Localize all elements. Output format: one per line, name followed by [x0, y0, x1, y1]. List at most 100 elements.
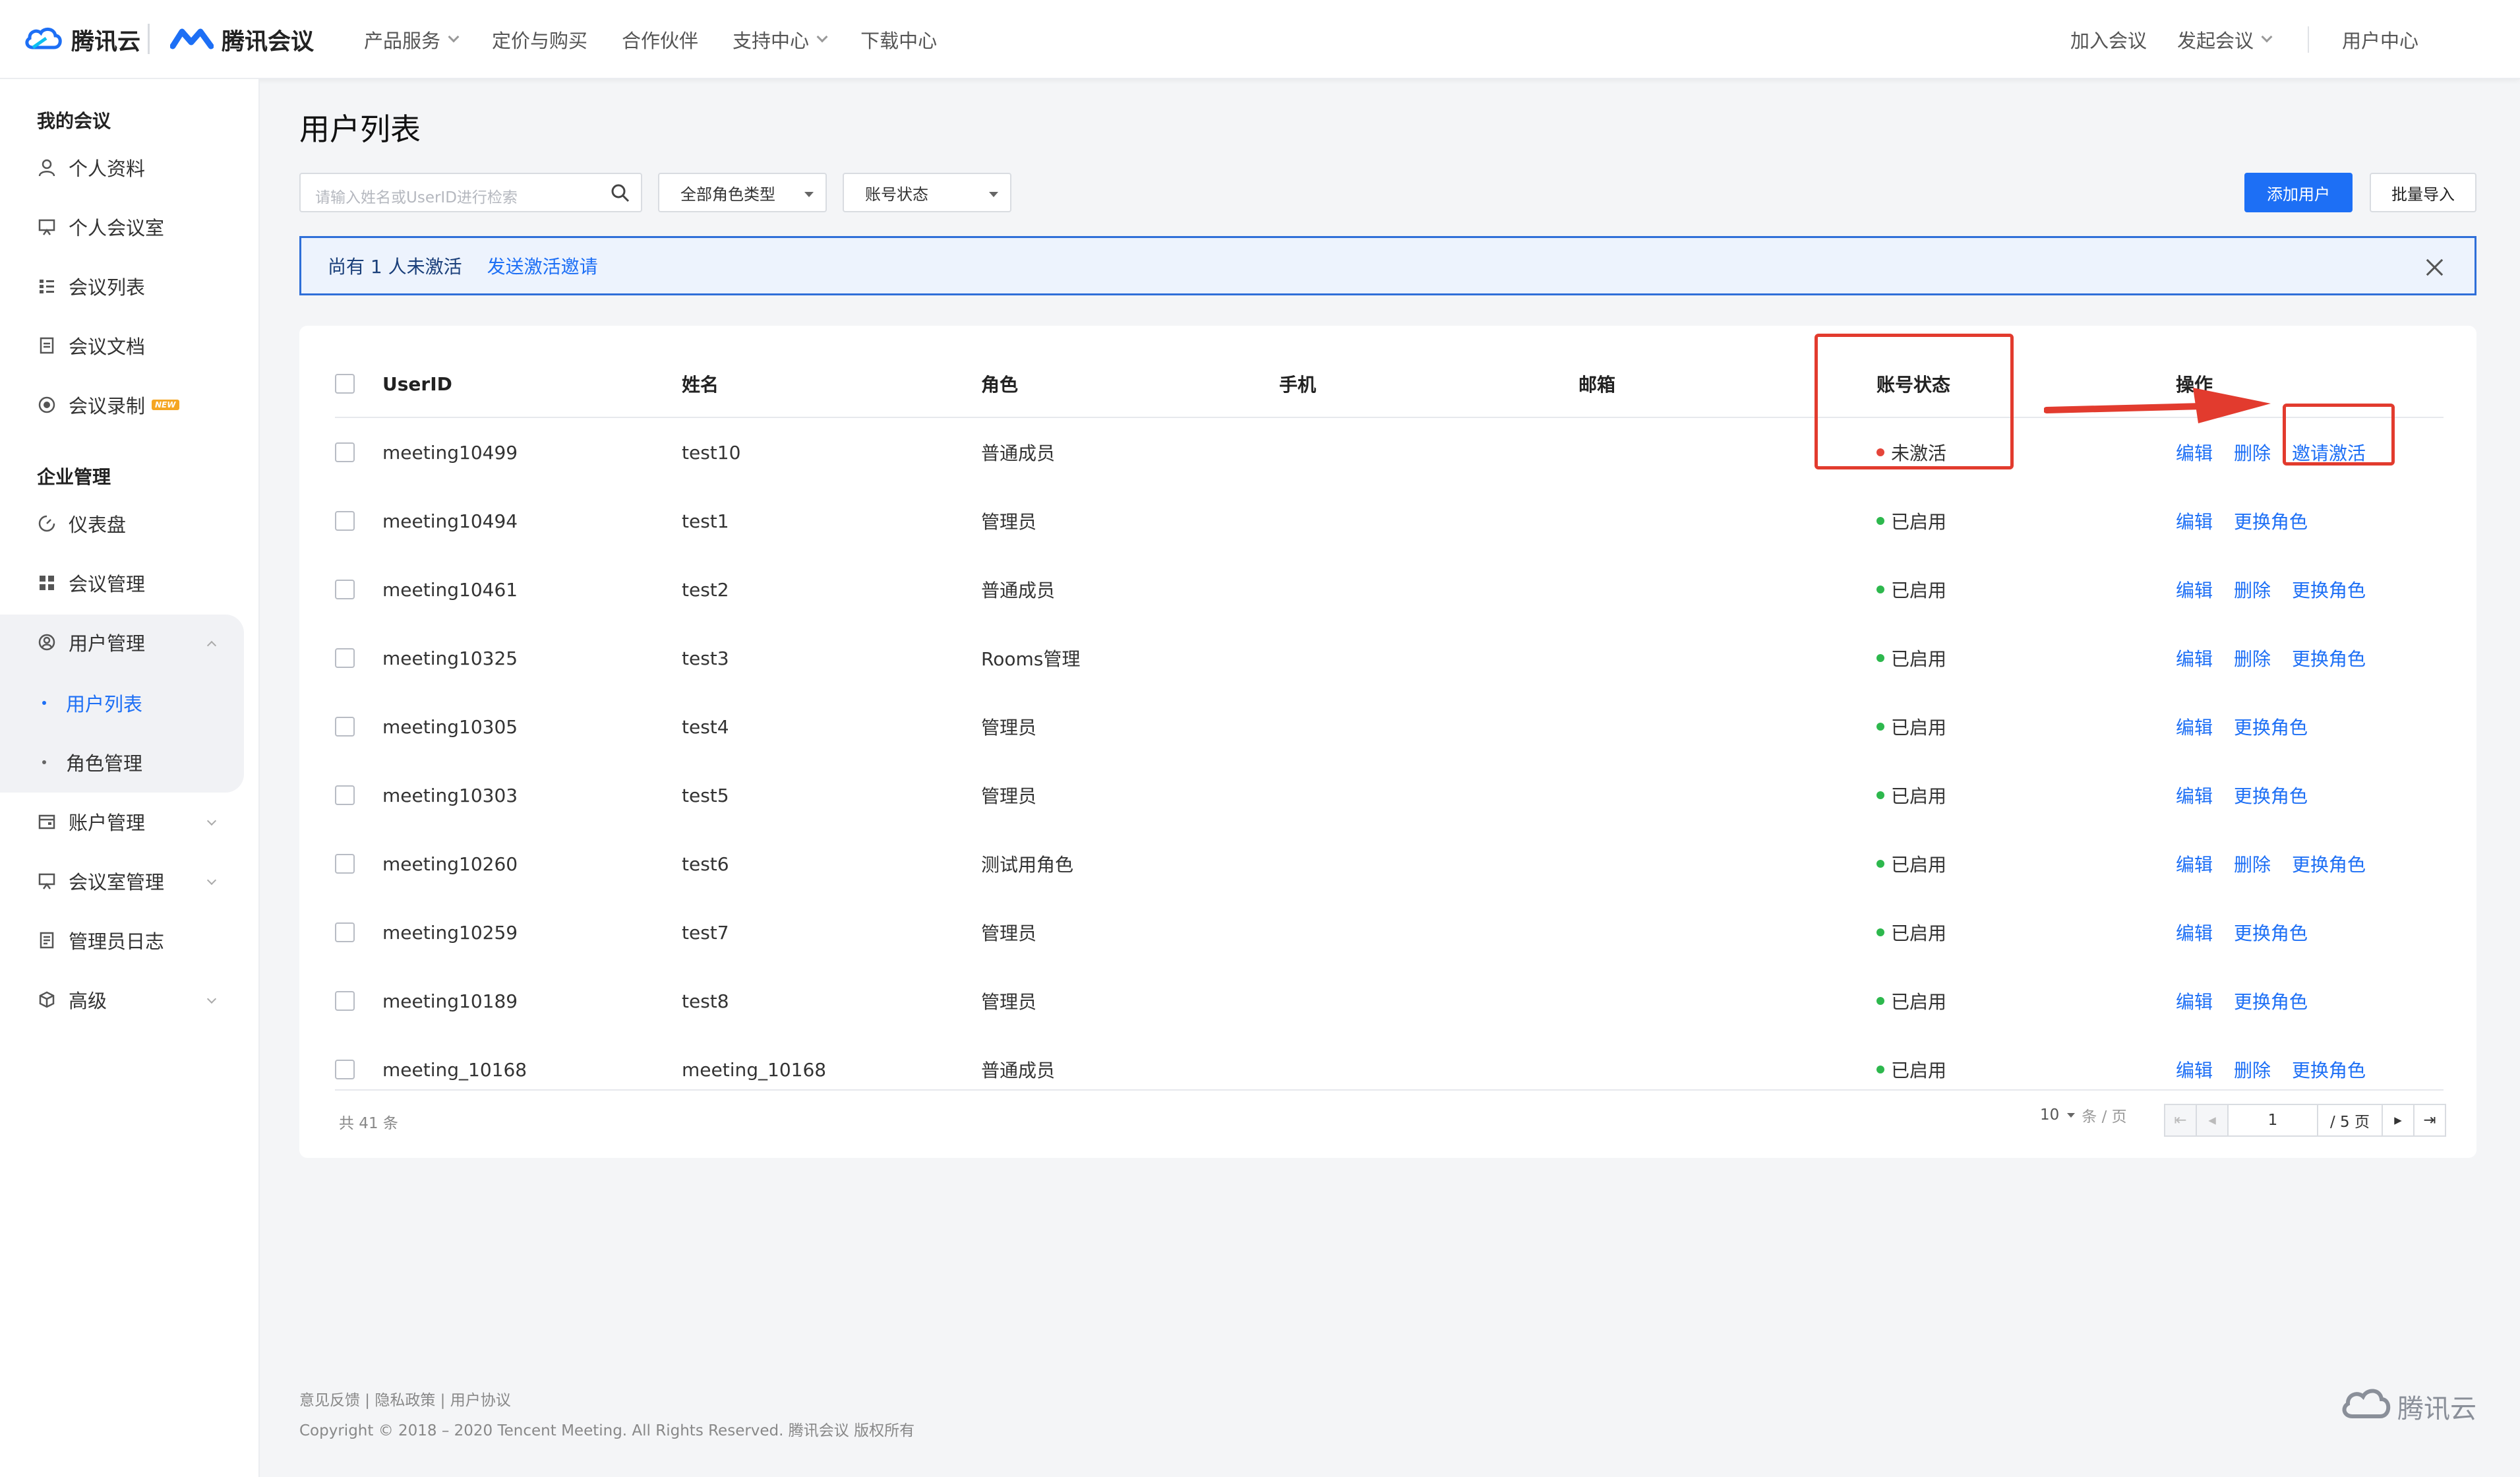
- row-checkbox[interactable]: [335, 785, 355, 805]
- user-center-link[interactable]: 用户中心: [2342, 26, 2418, 53]
- list-icon: [37, 276, 57, 296]
- status-label: 已启用: [1891, 785, 1947, 807]
- batch-import-button[interactable]: 批量导入: [2370, 173, 2476, 212]
- cell-name: test2: [682, 578, 729, 601]
- sidebar-item-meeting-docs[interactable]: 会议文档: [0, 319, 244, 372]
- row-checkbox[interactable]: [335, 580, 355, 599]
- action-link[interactable]: 编辑: [2176, 645, 2213, 671]
- first-page-button[interactable]: ⇤: [2164, 1104, 2197, 1137]
- sidebar-item-label: 会议文档: [69, 336, 146, 358]
- row-checkbox[interactable]: [335, 442, 355, 462]
- action-link[interactable]: 编辑: [2176, 508, 2213, 534]
- next-page-button[interactable]: ▸: [2382, 1104, 2415, 1137]
- prev-page-button[interactable]: ◂: [2196, 1104, 2229, 1137]
- tencent-meeting-logo[interactable]: 腾讯会议: [169, 20, 314, 59]
- action-link[interactable]: 编辑: [2176, 576, 2213, 603]
- tencent-cloud-icon: [24, 25, 63, 54]
- bullet-dot: [42, 701, 46, 705]
- action-link[interactable]: 更换角色: [2292, 1056, 2366, 1083]
- action-link[interactable]: 更换角色: [2234, 919, 2308, 946]
- row-checkbox[interactable]: [335, 922, 355, 942]
- sidebar-item-meeting-list[interactable]: 会议列表: [0, 260, 244, 313]
- cell-role: 测试用角色: [981, 854, 1074, 876]
- cell-actions: 编辑 删除 更换角色: [2176, 555, 2387, 624]
- sidebar-item-personal-room[interactable]: 个人会议室: [0, 200, 244, 253]
- last-page-button[interactable]: ⇥: [2413, 1104, 2446, 1137]
- row-checkbox[interactable]: [335, 991, 355, 1011]
- row-checkbox[interactable]: [335, 854, 355, 874]
- action-link[interactable]: 编辑: [2176, 713, 2213, 740]
- action-link[interactable]: 删除: [2234, 576, 2271, 603]
- join-meeting-link[interactable]: 加入会议: [2070, 26, 2147, 53]
- cell-actions: 编辑 更换角色: [2176, 692, 2329, 761]
- close-icon[interactable]: [2426, 258, 2444, 276]
- role-type-select[interactable]: 全部角色类型: [658, 173, 827, 212]
- action-link[interactable]: 更换角色: [2292, 851, 2366, 877]
- table-row: meeting10303 test5 管理员 已启用 编辑 更换角色: [335, 761, 2444, 829]
- footer-links[interactable]: 意见反馈 | 隐私政策 | 用户协议: [299, 1387, 511, 1410]
- action-link[interactable]: 编辑: [2176, 782, 2213, 808]
- cell-userid: meeting10303: [382, 784, 518, 806]
- action-link[interactable]: 更换角色: [2234, 988, 2308, 1014]
- row-checkbox[interactable]: [335, 511, 355, 531]
- action-link[interactable]: 编辑: [2176, 851, 2213, 877]
- cell-userid: meeting10499: [382, 441, 518, 464]
- cell-role: 管理员: [981, 922, 1037, 944]
- cell-name: test4: [682, 715, 729, 738]
- nav-support[interactable]: 支持中心: [733, 26, 828, 53]
- nav-partners-label: 合作伙伴: [622, 30, 699, 52]
- nav-products[interactable]: 产品服务: [364, 26, 460, 53]
- cell-status: 已启用: [1876, 761, 1946, 829]
- sidebar-item-dashboard[interactable]: 仪表盘: [0, 497, 244, 550]
- table-footer-divider: [335, 1089, 2444, 1091]
- enterprise-section-title: 企业管理: [37, 466, 111, 488]
- action-link[interactable]: 编辑: [2176, 439, 2213, 466]
- account-status-select[interactable]: 账号状态: [843, 173, 1011, 212]
- search-input[interactable]: 请输入姓名或UserID进行检索: [299, 173, 642, 212]
- action-link[interactable]: 编辑: [2176, 919, 2213, 946]
- action-link[interactable]: 删除: [2234, 1056, 2271, 1083]
- action-link[interactable]: 更换角色: [2292, 645, 2366, 671]
- sidebar-item-account-manage[interactable]: 账户管理: [0, 795, 244, 848]
- action-link[interactable]: 更换角色: [2234, 508, 2308, 534]
- sidebar-subitem-role-manage[interactable]: 角色管理: [42, 742, 142, 782]
- sidebar-subitem-user-list[interactable]: 用户列表: [42, 683, 142, 723]
- nav-pricing[interactable]: 定价与购买: [492, 26, 587, 53]
- tencent-cloud-logo[interactable]: 腾讯云: [24, 20, 140, 59]
- sidebar-item-profile[interactable]: 个人资料: [0, 141, 244, 194]
- page-number-input[interactable]: 1: [2227, 1104, 2318, 1137]
- page-title: 用户列表: [299, 111, 421, 147]
- action-link[interactable]: 编辑: [2176, 1056, 2213, 1083]
- search-icon[interactable]: [611, 183, 630, 206]
- sidebar-item-advanced[interactable]: 高级: [0, 973, 244, 1026]
- next-page-icon: ▸: [2394, 1112, 2402, 1129]
- sidebar-item-recording[interactable]: 会议录制 NEW: [0, 378, 244, 431]
- add-user-button[interactable]: 添加用户: [2244, 173, 2353, 212]
- action-link[interactable]: 更换角色: [2234, 782, 2308, 808]
- action-link[interactable]: 编辑: [2176, 988, 2213, 1014]
- cell-name: test3: [682, 647, 729, 669]
- start-meeting-dropdown[interactable]: 发起会议: [2177, 26, 2273, 53]
- my-meeting-section-title: 我的会议: [37, 110, 111, 132]
- cell-name: test8: [682, 990, 729, 1012]
- send-activation-link[interactable]: 发送激活邀请: [487, 253, 598, 279]
- action-link[interactable]: 删除: [2234, 439, 2271, 466]
- row-checkbox[interactable]: [335, 717, 355, 737]
- document-icon: [37, 336, 57, 355]
- sidebar-item-room-manage[interactable]: 会议室管理: [0, 855, 244, 907]
- nav-download[interactable]: 下载中心: [860, 26, 937, 53]
- row-checkbox[interactable]: [335, 1060, 355, 1079]
- sidebar-item-label: 会议录制: [69, 395, 146, 417]
- action-link[interactable]: 删除: [2234, 851, 2271, 877]
- select-all-checkbox[interactable]: [335, 374, 355, 394]
- action-link[interactable]: 删除: [2234, 645, 2271, 671]
- status-dot-icon: [1876, 1066, 1884, 1073]
- page-size-select[interactable]: 10 条 / 页: [2040, 1104, 2127, 1126]
- nav-partners[interactable]: 合作伙伴: [622, 26, 698, 53]
- row-checkbox[interactable]: [335, 648, 355, 668]
- action-link[interactable]: 更换角色: [2292, 576, 2366, 603]
- action-link[interactable]: 更换角色: [2234, 713, 2308, 740]
- sidebar-item-meeting-manage[interactable]: 会议管理: [0, 557, 244, 609]
- sidebar-item-admin-log[interactable]: 管理员日志: [0, 914, 244, 967]
- sidebar-item-user-manage[interactable]: 用户管理: [0, 616, 244, 669]
